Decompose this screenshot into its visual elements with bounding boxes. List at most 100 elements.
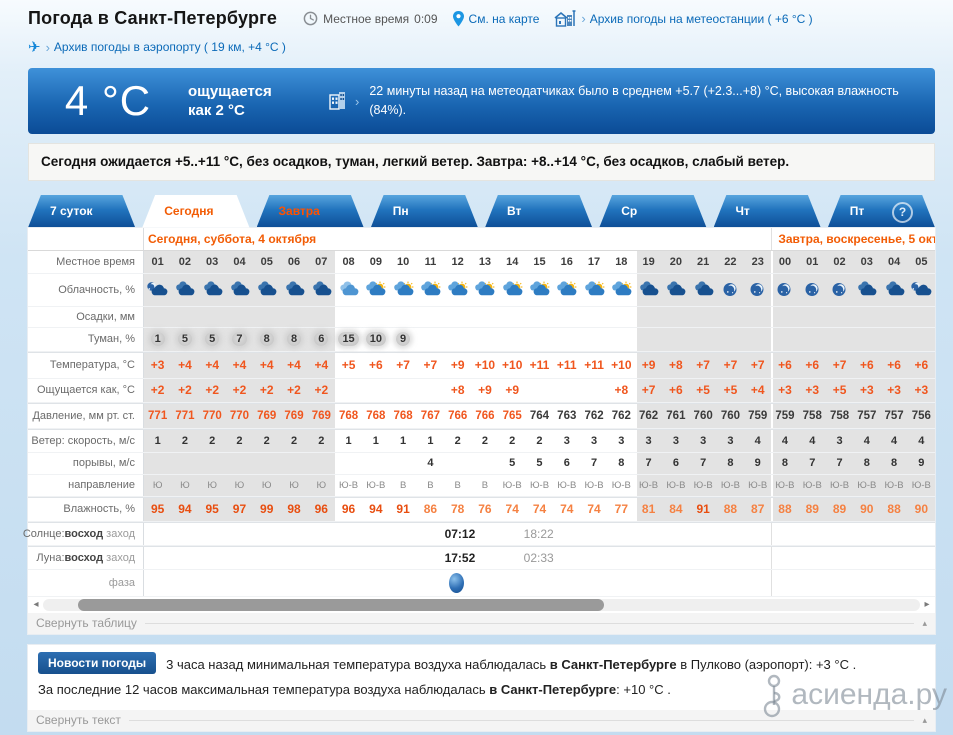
tab-ср[interactable]: Ср bbox=[599, 195, 706, 228]
tab-7-суток[interactable]: 7 суток bbox=[28, 195, 135, 228]
help-icon[interactable]: ? bbox=[892, 202, 913, 223]
table-cell: +6 bbox=[907, 352, 935, 378]
table-cell: +7 bbox=[825, 352, 854, 378]
tab-пн[interactable]: Пн bbox=[371, 195, 478, 228]
table-cell: +8 bbox=[614, 383, 629, 398]
row-label: направление bbox=[28, 474, 144, 496]
table-cell bbox=[526, 379, 553, 402]
news-line-2: За последние 12 часов максимальная темпе… bbox=[28, 676, 935, 708]
scroll-right-icon[interactable]: ▸ bbox=[923, 599, 931, 610]
table-cell: 762 bbox=[634, 403, 663, 428]
table-cell: 08 bbox=[335, 251, 362, 273]
table-cell: 16 bbox=[560, 255, 573, 268]
table-cell: 7 bbox=[225, 327, 254, 351]
table-cell: +6 bbox=[798, 352, 826, 378]
table-cell: +10 bbox=[474, 358, 496, 373]
collapse-table-label: Свернуть таблицу bbox=[36, 616, 137, 631]
table-cell: 74 bbox=[560, 502, 574, 517]
scroll-left-icon[interactable]: ◂ bbox=[32, 599, 40, 610]
table-cell: 74 bbox=[532, 502, 547, 517]
table-cell: +11 bbox=[584, 358, 604, 373]
tab-сегодня[interactable]: Сегодня bbox=[142, 195, 249, 228]
tab-label: Пт bbox=[849, 204, 865, 219]
table-cell bbox=[853, 327, 881, 351]
table-cell: 768 bbox=[366, 409, 386, 422]
tab-пт[interactable]: Пт? bbox=[828, 195, 935, 228]
table-cell: 02 bbox=[825, 250, 854, 273]
table-cell: 76 bbox=[478, 502, 492, 517]
table-cell: 762 bbox=[611, 409, 631, 422]
table-cell: +4 bbox=[171, 352, 199, 378]
horizontal-scrollbar[interactable]: ◂ ▸ bbox=[28, 597, 935, 613]
table-cell bbox=[444, 307, 471, 327]
collapse-table-button[interactable]: Свернуть таблицу ▴ bbox=[28, 612, 935, 634]
table-cell bbox=[253, 452, 281, 474]
table-cell: Ю bbox=[171, 474, 199, 496]
table-row: Давление, мм рт. ст. 771 771 770 770 769 769 76… bbox=[28, 402, 935, 429]
table-cell: 762 bbox=[584, 409, 604, 422]
airport-archive-link[interactable]: › Архив погоды в аэропорту ( 19 км, +4 °… bbox=[46, 40, 286, 55]
table-cell: 4 bbox=[427, 457, 434, 470]
weather-clouds-sun-icon bbox=[421, 281, 441, 296]
table-cell bbox=[444, 453, 471, 474]
weather-clouds-night-icon bbox=[640, 281, 659, 296]
table-cell bbox=[171, 452, 199, 474]
table-cell bbox=[662, 273, 690, 306]
table-cell: 764 bbox=[529, 409, 550, 422]
fog-icon: 15 bbox=[338, 332, 359, 347]
table-cell: +6 bbox=[880, 352, 908, 378]
table-cell bbox=[444, 328, 471, 351]
row-label: Температура, °C bbox=[28, 352, 144, 378]
table-cell: 769 bbox=[307, 403, 335, 428]
table-cell bbox=[526, 328, 553, 351]
weather-moon-icon bbox=[777, 283, 791, 297]
airport-archive-label: Архив погоды в аэропорту ( 19 км, +4 °C … bbox=[53, 40, 286, 54]
news-line-1: 3 часа назад минимальная температура воз… bbox=[166, 652, 856, 675]
map-link[interactable]: См. на карте bbox=[452, 10, 539, 27]
table-cell bbox=[171, 273, 199, 306]
collapse-news-button[interactable]: Свернуть текст ▴ bbox=[28, 709, 935, 731]
table-cell: 759 bbox=[744, 403, 772, 428]
table-cell bbox=[444, 274, 471, 306]
scrollbar-track[interactable] bbox=[43, 598, 920, 611]
tab-вт[interactable]: Вт bbox=[485, 195, 592, 228]
fog-icon: 6 bbox=[314, 332, 329, 347]
tab-завтра[interactable]: Завтра bbox=[257, 195, 364, 228]
news-badge[interactable]: Новости погоды bbox=[38, 651, 157, 674]
table-cell: 5 bbox=[536, 457, 543, 470]
weather-clouds-sun-icon bbox=[584, 281, 604, 296]
table-cell: Ю-В bbox=[853, 474, 881, 496]
table-cell bbox=[716, 327, 745, 351]
table-cell: Ю-В bbox=[557, 479, 577, 491]
table-cell bbox=[553, 274, 580, 306]
table-cell bbox=[253, 273, 281, 306]
table-cell: Ю-В bbox=[689, 474, 717, 496]
table-cell: +4 bbox=[280, 352, 308, 378]
tab-чт[interactable]: Чт bbox=[714, 195, 821, 228]
forecast-summary: Сегодня ожидается +5..+11 °C, без осадко… bbox=[28, 143, 935, 181]
table-cell bbox=[526, 274, 553, 306]
table-cell: 2 bbox=[253, 429, 281, 452]
table-cell bbox=[417, 328, 444, 351]
weather-clouds-night-icon bbox=[258, 281, 277, 296]
table-cell: 97 bbox=[225, 497, 254, 521]
day-tabs: 7 суток Сегодня Завтра Пн Вт Ср Чт Пт? bbox=[28, 195, 935, 228]
table-cell: 3 bbox=[825, 429, 854, 452]
table-cell: 4 bbox=[798, 429, 826, 452]
scrollbar-thumb[interactable] bbox=[78, 598, 605, 611]
table-cell: Ю-В bbox=[716, 474, 745, 496]
table-cell: 88 bbox=[880, 497, 908, 521]
local-time: Местное время 0:09 bbox=[303, 11, 438, 26]
date-today: Сегодня, суббота, 4 октября bbox=[148, 231, 317, 246]
table-cell: 4 bbox=[907, 429, 935, 452]
row-label: Луна: восход заход bbox=[28, 546, 144, 569]
table-cell bbox=[471, 328, 498, 351]
weather-clouds-night-icon bbox=[312, 281, 332, 296]
station-archive-link[interactable]: › Архив погоды на метеостанции ( +6 °C ) bbox=[553, 9, 813, 28]
table-cell bbox=[798, 306, 826, 327]
table-cell: 6 bbox=[563, 457, 570, 470]
table-cell: Ю bbox=[225, 474, 254, 496]
tab-label: Ср bbox=[621, 204, 638, 219]
table-cell: 06 bbox=[280, 250, 308, 273]
table-cell: 9 bbox=[389, 328, 416, 351]
